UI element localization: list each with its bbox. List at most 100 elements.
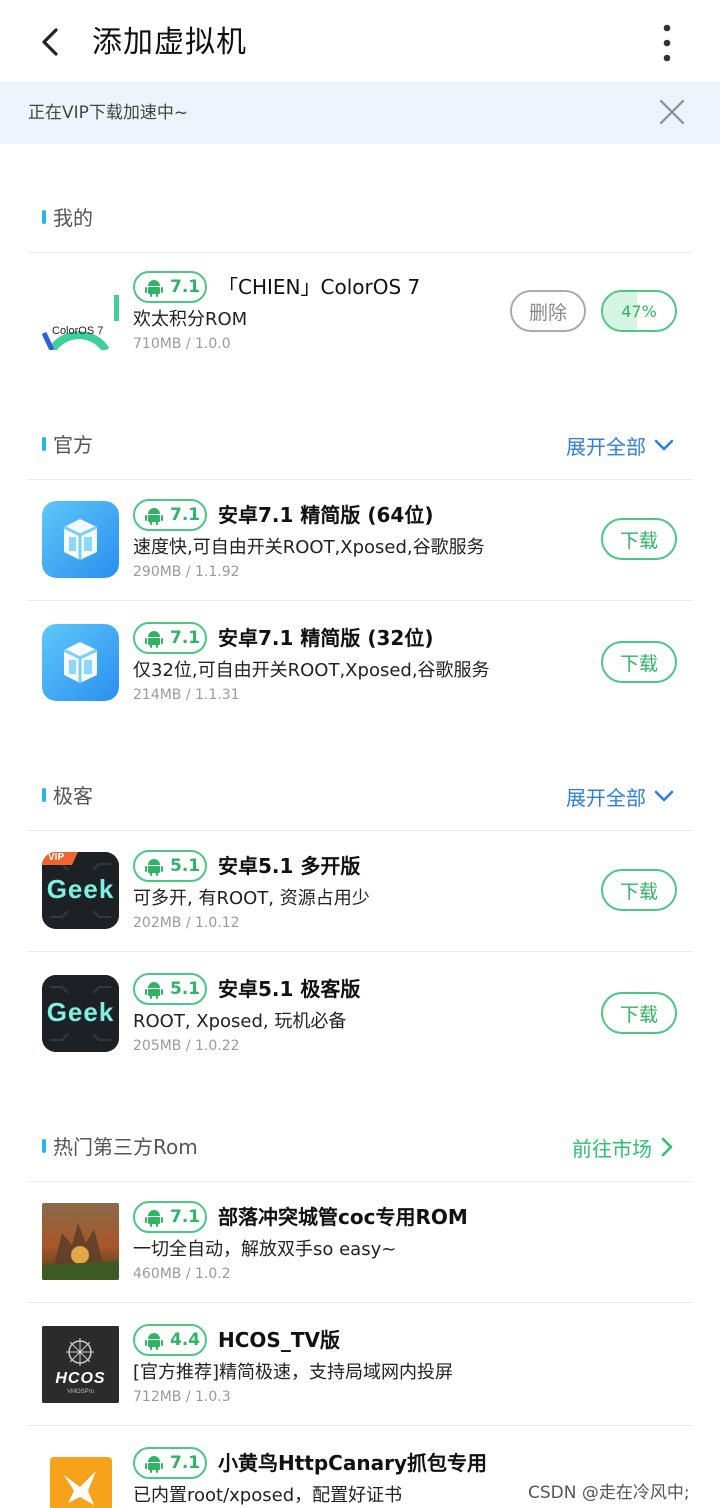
android-icon [145,1210,163,1227]
section-marker [42,437,46,451]
more-options-button[interactable] [652,22,682,64]
rom-description: ROOT, Xposed, 玩机必备 [133,1011,347,1032]
rom-item-coloros[interactable]: ColorOS 7 7.1 「CHIEN」ColorOS 7 欢太积分ROM 7… [28,250,692,373]
section-header-official: 官方 展开全部 [28,410,692,480]
go-to-market-label: 前往市场 [572,1136,652,1161]
rom-description: 已内置root/xposed，配置好证书 [133,1485,403,1506]
clash-of-clans-icon [42,1203,119,1280]
page-title: 添加虚拟机 [92,25,247,60]
download-progress-button[interactable]: 47% [601,290,677,332]
rom-size-version: 460MB / 1.0.2 [133,1266,231,1282]
expand-all-button[interactable]: 展开全部 [566,430,674,460]
android-version: 7.1 [170,1453,201,1473]
section-header-third-party: 热门第三方Rom 前往市场 [28,1112,692,1182]
chevron-down-icon [654,790,674,802]
rom-name: 安卓5.1 多开版 [218,854,361,878]
section-header-mine: 我的 [28,183,692,253]
rom-description: 一切全自动，解放双手so easy~ [133,1239,397,1260]
hcos-icon-subtext: VMOSPro [66,1389,94,1395]
back-button[interactable] [30,22,70,62]
geek-icon: Geek [42,975,119,1052]
chevron-right-icon [661,1137,673,1157]
section-title: 官方 [53,433,93,457]
vip-banner-text: 正在VIP下载加速中~ [28,103,189,123]
android-icon [145,631,163,648]
geek-icon-text: Geek [46,997,115,1027]
rom-size-version: 710MB / 1.0.0 [133,336,231,352]
rom-item-coc[interactable]: 7.1 部落冲突城管coc专用ROM 一切全自动，解放双手so easy~ 46… [28,1180,692,1303]
android-version-badge: 7.1 [133,499,207,531]
rom-description: 速度快,可自由开关ROOT,Xposed,谷歌服务 [133,537,485,558]
rom-name: 小黄鸟HttpCanary抓包专用 [218,1451,487,1475]
android-version-badge: 5.1 [133,850,207,882]
android-version: 7.1 [170,628,201,648]
top-app-bar: 添加虚拟机 [0,0,720,82]
download-button[interactable]: 下载 [601,641,677,683]
expand-all-label: 展开全部 [566,434,646,459]
expand-all-button[interactable]: 展开全部 [566,781,674,811]
android-version-badge: 5.1 [133,973,207,1005]
rom-item-geek-multi[interactable]: VIP Geek 5.1 安卓5.1 多开版 可多开, 有ROOT, 资源占用少… [28,829,692,952]
more-vertical-icon [663,24,671,62]
rom-name: HCOS_TV版 [218,1328,340,1352]
android-icon [145,280,163,297]
section-marker [42,788,46,802]
rom-description: [官方推荐]精简极速，支持局域网内投屏 [133,1362,454,1383]
rom-item-geek-pro[interactable]: Geek 5.1 安卓5.1 极客版 ROOT, Xposed, 玩机必备 20… [28,952,692,1075]
section-title: 热门第三方Rom [53,1135,198,1159]
android-icon [145,859,163,876]
section-header-geek: 极客 展开全部 [28,761,692,831]
httpcanary-bird-icon [50,1457,112,1508]
section-marker [42,210,46,224]
rom-description: 仅32位,可自由开关ROOT,Xposed,谷歌服务 [133,660,490,681]
rom-item-official-32[interactable]: 7.1 安卓7.1 精简版 (32位) 仅32位,可自由开关ROOT,Xpose… [28,601,692,724]
rom-description: 可多开, 有ROOT, 资源占用少 [133,888,370,909]
rom-item-official-64[interactable]: 7.1 安卓7.1 精简版 (64位) 速度快,可自由开关ROOT,Xposed… [28,478,692,601]
watermark-text: CSDN @走在冷风中; [528,1483,690,1503]
android-version-badge: 7.1 [133,1201,207,1233]
rom-size-version: 202MB / 1.0.12 [133,915,240,931]
android-version-badge: 4.4 [133,1324,207,1356]
android-icon [145,1456,163,1473]
android-version: 4.4 [170,1330,201,1350]
vmos-cube-icon [42,501,119,578]
download-button[interactable]: 下载 [601,992,677,1034]
download-button[interactable]: 下载 [601,518,677,560]
android-version-badge: 7.1 [133,1447,207,1479]
download-button[interactable]: 下载 [601,869,677,911]
rom-item-hcos[interactable]: HCOS VMOSPro 4.4 HCOS_TV版 [官方推荐]精简极速，支持局… [28,1303,692,1426]
rom-name: 安卓5.1 极客版 [218,977,361,1001]
vmos-cube-icon [42,624,119,701]
vip-tag: VIP [48,852,65,863]
geek-icon-text: Geek [46,874,115,904]
rom-size-version: 214MB / 1.1.31 [133,687,240,703]
android-version-badge: 7.1 [133,622,207,654]
chevron-down-icon [654,439,674,451]
geek-icon: VIP Geek [42,852,119,929]
android-version: 7.1 [170,277,201,297]
android-version-badge: 7.1 [133,271,207,303]
rom-size-version: 205MB / 1.0.22 [133,1038,240,1054]
close-icon [659,99,685,125]
rom-name: 安卓7.1 精简版 (32位) [218,626,434,650]
delete-button[interactable]: 删除 [510,290,586,332]
rom-description: 欢太积分ROM [133,309,248,330]
rom-size-version: 712MB / 1.0.3 [133,1389,231,1405]
vip-banner: 正在VIP下载加速中~ [0,82,720,144]
hcos-icon-text: HCOS [55,1370,106,1387]
expand-all-label: 展开全部 [566,785,646,810]
android-version: 5.1 [170,856,201,876]
android-icon [145,1333,163,1350]
rom-name: 「CHIEN」ColorOS 7 [218,275,421,299]
rom-name: 安卓7.1 精简版 (64位) [218,503,434,527]
go-to-market-button[interactable]: 前往市场 [572,1132,674,1162]
android-version: 7.1 [170,1207,201,1227]
android-icon [145,982,163,999]
android-version: 7.1 [170,505,201,525]
section-title: 我的 [53,206,93,230]
section-marker [42,1139,46,1153]
section-title: 极客 [53,784,93,808]
coloros-icon-text: ColorOS 7 [52,325,104,337]
coloros-icon: ColorOS 7 [42,273,119,350]
vip-banner-close-button[interactable] [656,96,688,128]
